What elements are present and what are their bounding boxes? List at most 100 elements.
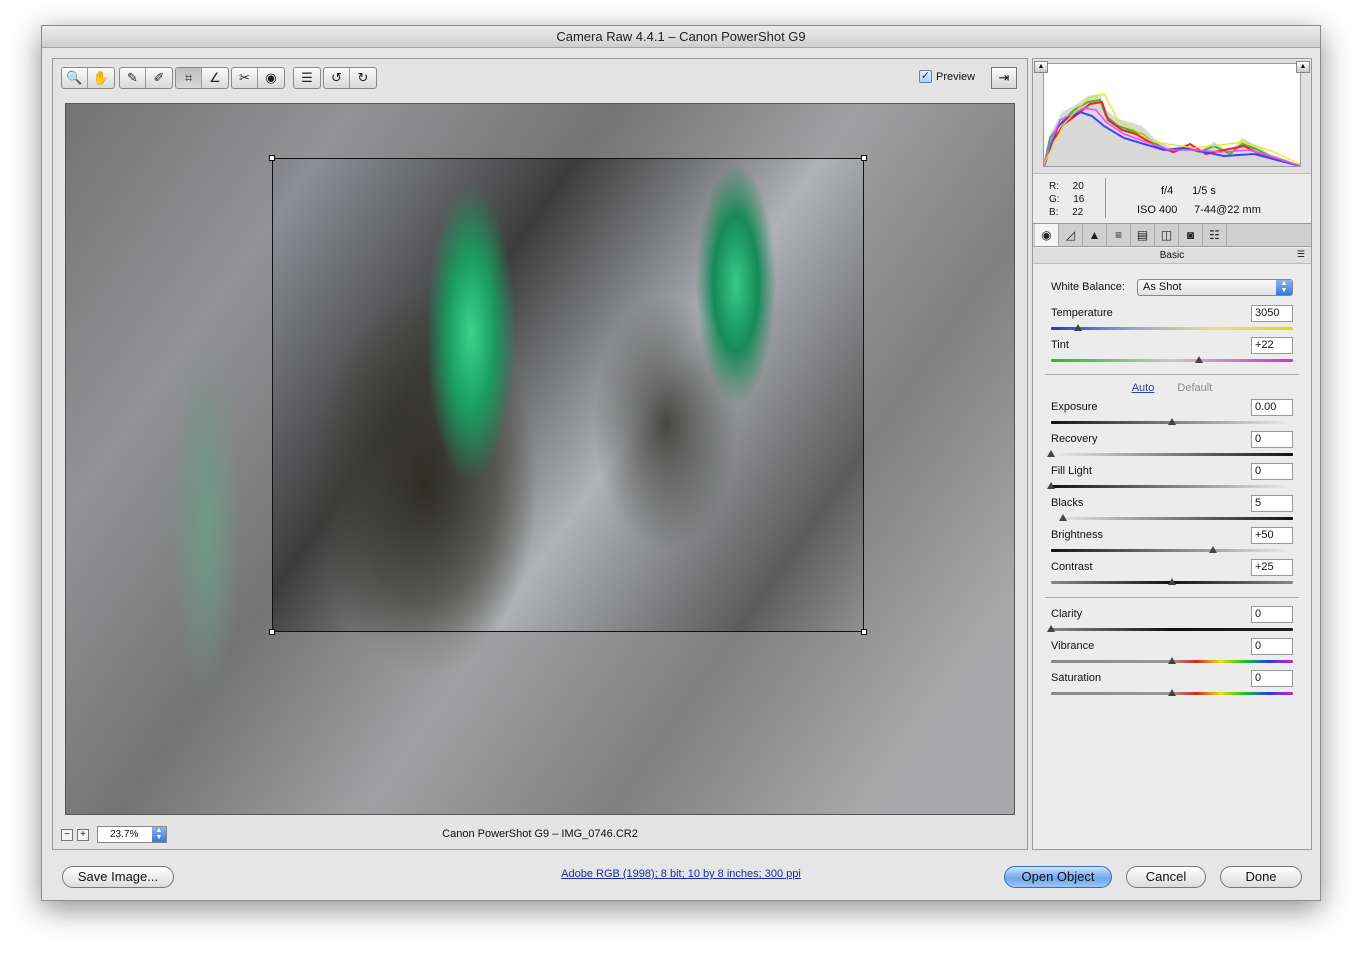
- straighten-tool-icon[interactable]: ∠: [202, 68, 228, 88]
- tint-track[interactable]: [1051, 359, 1293, 362]
- crop-tool-icon[interactable]: ⌗: [176, 68, 202, 88]
- saturation-value[interactable]: 0: [1251, 670, 1293, 687]
- fullscreen-button[interactable]: ⇥: [991, 67, 1017, 89]
- select-arrows-icon: ▲ ▼: [1276, 280, 1292, 295]
- crop-tools: ⌗ ∠: [175, 67, 229, 89]
- vibrance-slider[interactable]: Vibrance 0: [1051, 638, 1295, 670]
- brightness-track[interactable]: [1051, 549, 1293, 552]
- readout-separator: [1105, 178, 1106, 218]
- fill-light-thumb[interactable]: [1047, 482, 1055, 489]
- temperature-slider[interactable]: Temperature 3050: [1051, 305, 1295, 337]
- saturation-thumb[interactable]: [1168, 689, 1176, 696]
- toolbar: 🔍 ✋ ✎ ✐ ⌗ ∠ ✂ ◉ ☰ ↺ ↻ ✓ Preview ⇥: [53, 59, 1027, 93]
- tab-split-toning-icon[interactable]: ▤: [1131, 224, 1155, 246]
- cancel-button[interactable]: Cancel: [1126, 866, 1206, 888]
- histogram: ▲ ▲: [1033, 59, 1311, 173]
- white-balance-tool-icon[interactable]: ✎: [120, 68, 146, 88]
- preferences-group: ☰: [293, 67, 321, 89]
- clarity-slider[interactable]: Clarity 0: [1047, 606, 1295, 638]
- tab-camera-calibration-icon[interactable]: ◙: [1179, 224, 1203, 246]
- status-bar: − + 23.7% ▲ ▼ Canon PowerShot G9 – IMG_07…: [53, 821, 1027, 849]
- tab-detail-icon[interactable]: ▲: [1083, 224, 1107, 246]
- default-link[interactable]: Default: [1177, 382, 1212, 394]
- saturation-slider[interactable]: Saturation 0: [1051, 670, 1295, 702]
- brightness-thumb[interactable]: [1209, 546, 1218, 553]
- recovery-track[interactable]: [1051, 453, 1293, 456]
- r-value: 20: [1072, 181, 1084, 192]
- blacks-slider[interactable]: Blacks 5: [1051, 495, 1295, 527]
- navigation-tools: 🔍 ✋: [61, 67, 115, 89]
- recovery-value[interactable]: 0: [1251, 431, 1293, 448]
- fill-light-slider[interactable]: Fill Light 0: [1047, 463, 1295, 495]
- shadow-clipping-icon[interactable]: ▲: [1034, 61, 1048, 73]
- highlight-clipping-icon[interactable]: ▲: [1296, 61, 1310, 73]
- exposure-label: Exposure: [1051, 401, 1098, 413]
- color-sampler-tool-icon[interactable]: ✐: [146, 68, 172, 88]
- zoom-tool-icon[interactable]: 🔍: [62, 68, 88, 88]
- brightness-value[interactable]: +50: [1251, 527, 1293, 544]
- tab-lens-corrections-icon[interactable]: ◫: [1155, 224, 1179, 246]
- crop-handle-bottom-left[interactable]: [269, 629, 275, 635]
- red-eye-tool-icon[interactable]: ◉: [258, 68, 284, 88]
- exposure-thumb[interactable]: [1168, 418, 1176, 425]
- brightness-slider[interactable]: Brightness +50: [1051, 527, 1295, 559]
- fill-light-value[interactable]: 0: [1251, 463, 1293, 480]
- g-label: G:: [1049, 194, 1060, 205]
- tab-tone-curve-icon[interactable]: ◿: [1059, 224, 1083, 246]
- recovery-slider[interactable]: Recovery 0: [1047, 431, 1295, 463]
- temperature-thumb[interactable]: [1073, 324, 1082, 331]
- vibrance-value[interactable]: 0: [1251, 638, 1293, 655]
- open-object-button[interactable]: Open Object: [1004, 866, 1112, 888]
- section-divider: [1045, 597, 1299, 598]
- clarity-thumb[interactable]: [1047, 625, 1055, 632]
- exposure-value[interactable]: 0.00: [1251, 399, 1293, 416]
- vibrance-label: Vibrance: [1051, 640, 1095, 652]
- temperature-value[interactable]: 3050: [1251, 305, 1293, 322]
- contrast-thumb[interactable]: [1168, 578, 1176, 585]
- contrast-value[interactable]: +25: [1251, 559, 1293, 576]
- clarity-label: Clarity: [1051, 608, 1083, 620]
- vibrance-thumb[interactable]: [1168, 657, 1176, 664]
- tab-hsl-icon[interactable]: ≡: [1107, 224, 1131, 246]
- preview-toggle[interactable]: ✓ Preview: [919, 70, 975, 83]
- histogram-curve: [1043, 93, 1301, 167]
- b-value: 22: [1072, 207, 1084, 218]
- rotate-right-icon[interactable]: ↻: [350, 68, 376, 88]
- clarity-track[interactable]: [1051, 628, 1293, 631]
- preview-label: Preview: [936, 70, 976, 83]
- crop-rectangle[interactable]: [269, 155, 867, 635]
- tab-basic-icon[interactable]: ◉: [1035, 224, 1059, 246]
- preview-checkbox[interactable]: ✓: [919, 70, 932, 83]
- blacks-thumb[interactable]: [1059, 514, 1068, 521]
- blacks-track[interactable]: [1051, 517, 1293, 520]
- image-canvas[interactable]: [65, 103, 1015, 815]
- rotate-left-icon[interactable]: ↺: [324, 68, 350, 88]
- crop-handle-top-right[interactable]: [861, 155, 867, 161]
- retouch-tool-icon[interactable]: ✂: [232, 68, 258, 88]
- tint-slider[interactable]: Tint +22: [1051, 337, 1295, 369]
- panel-menu-icon[interactable]: ☰: [1297, 249, 1305, 260]
- contrast-slider[interactable]: Contrast +25: [1051, 559, 1295, 591]
- crop-handle-top-left[interactable]: [269, 155, 275, 161]
- fill-light-track[interactable]: [1051, 485, 1293, 488]
- tint-thumb[interactable]: [1194, 356, 1203, 363]
- tab-presets-icon[interactable]: ☷: [1203, 224, 1227, 246]
- saturation-label: Saturation: [1051, 672, 1102, 684]
- recovery-thumb[interactable]: [1047, 450, 1055, 457]
- tint-value[interactable]: +22: [1251, 337, 1293, 354]
- tint-label: Tint: [1051, 339, 1069, 351]
- blacks-value[interactable]: 5: [1251, 495, 1293, 512]
- hand-tool-icon[interactable]: ✋: [88, 68, 114, 88]
- crop-handle-bottom-right[interactable]: [861, 629, 867, 635]
- adjustments-panel: ▲ ▲ R: 20 G: 16 B: 22 f/4 1/5 s ISO 400 …: [1032, 58, 1312, 850]
- camera-raw-window: Camera Raw 4.4.1 – Canon PowerShot G9 🔍 …: [41, 25, 1321, 901]
- g-value: 16: [1073, 194, 1085, 205]
- temperature-track[interactable]: [1051, 327, 1293, 330]
- auto-link[interactable]: Auto: [1132, 382, 1155, 394]
- preferences-icon[interactable]: ☰: [294, 68, 320, 88]
- exposure-slider[interactable]: Exposure 0.00: [1051, 399, 1295, 431]
- done-button[interactable]: Done: [1220, 866, 1302, 888]
- crop-shade-left: [66, 158, 272, 632]
- clarity-value[interactable]: 0: [1251, 606, 1293, 623]
- white-balance-select[interactable]: As Shot ▲ ▼: [1137, 279, 1293, 296]
